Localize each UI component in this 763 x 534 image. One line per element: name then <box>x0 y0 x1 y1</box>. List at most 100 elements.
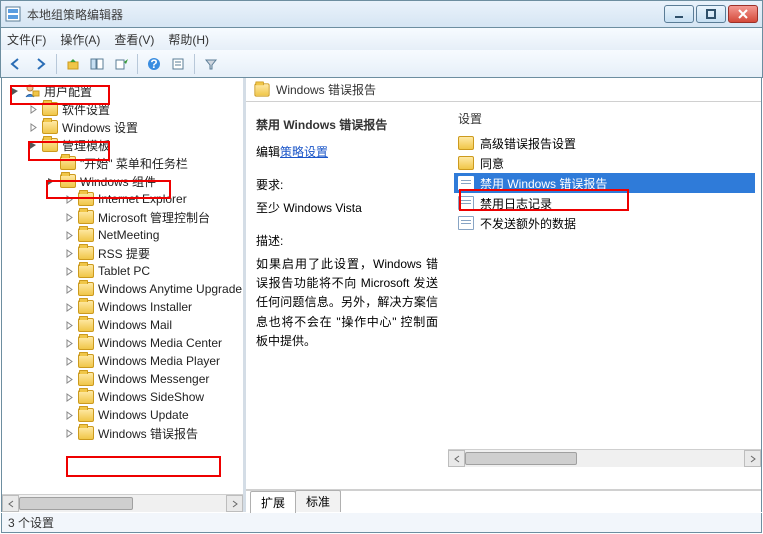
menu-help[interactable]: 帮助(H) <box>168 31 209 48</box>
statusbar: 3 个设置 <box>1 513 762 533</box>
list-hscroll[interactable] <box>448 449 761 467</box>
tree-node[interactable]: Internet Explorer <box>64 190 243 208</box>
folder-icon <box>60 156 76 170</box>
setting-label: 禁用 Windows 错误报告 <box>480 175 607 192</box>
column-header-setting[interactable]: 设置 <box>454 110 755 127</box>
folder-icon <box>78 210 94 224</box>
scroll-thumb[interactable] <box>19 497 133 510</box>
right-panel: Windows 错误报告 禁用 Windows 错误报告 编辑策略设置 要求: … <box>246 78 761 512</box>
requirement-label: 要求: <box>256 176 438 193</box>
tree-node[interactable]: Windows Messenger <box>64 370 243 388</box>
tree-node-admin-templates[interactable]: 管理模板 <box>28 136 243 154</box>
folder-icon <box>78 300 94 314</box>
tree-node-win-components[interactable]: Windows 组件 <box>46 172 243 190</box>
filter-button[interactable] <box>200 53 222 75</box>
folder-icon <box>78 318 94 332</box>
folder-icon <box>42 120 58 134</box>
tree-label: Windows Mail <box>98 318 172 332</box>
show-hide-tree-button[interactable] <box>86 53 108 75</box>
tree-node-winsettings[interactable]: Windows 设置 <box>28 118 243 136</box>
setting-label: 高级错误报告设置 <box>480 135 576 152</box>
scroll-track[interactable] <box>19 495 226 512</box>
tab-extended[interactable]: 扩展 <box>250 491 296 513</box>
tree-node[interactable]: Windows Installer <box>64 298 243 316</box>
tree-node-software[interactable]: 软件设置 <box>28 100 243 118</box>
settings-list-pane: 设置 高级错误报告设置同意禁用 Windows 错误报告禁用日志记录不发送额外的… <box>448 102 761 489</box>
policy-icon <box>458 176 474 190</box>
export-button[interactable] <box>110 53 132 75</box>
content-header: Windows 错误报告 <box>246 78 761 102</box>
folder-icon <box>60 174 76 188</box>
help-button[interactable]: ? <box>143 53 165 75</box>
folder-icon <box>458 156 474 170</box>
menu-view[interactable]: 查看(V) <box>114 31 154 48</box>
setting-row[interactable]: 同意 <box>454 153 755 173</box>
tab-standard[interactable]: 标准 <box>295 490 341 512</box>
tree[interactable]: 用户配置 软件设置 Windows 设置 管理模板 "开始" 菜单和任务栏 Wi… <box>2 78 243 492</box>
scroll-left-button[interactable] <box>2 495 19 512</box>
folder-icon <box>254 83 269 96</box>
tree-label: Tablet PC <box>98 264 150 278</box>
setting-label: 不发送额外的数据 <box>480 215 576 232</box>
folder-icon <box>78 336 94 350</box>
menu-file[interactable]: 文件(F) <box>7 31 46 48</box>
menubar: 文件(F) 操作(A) 查看(V) 帮助(H) <box>0 28 763 50</box>
minimize-button[interactable] <box>664 5 694 23</box>
toolbar: ? <box>0 50 763 78</box>
tree-node[interactable]: Windows Media Center <box>64 334 243 352</box>
view-tabs: 扩展 标准 <box>246 490 761 512</box>
tree-panel: 用户配置 软件设置 Windows 设置 管理模板 "开始" 菜单和任务栏 Wi… <box>2 78 246 512</box>
edit-label: 编辑 <box>256 145 280 159</box>
scroll-track[interactable] <box>465 450 744 467</box>
folder-icon <box>78 426 94 440</box>
tree-label: 用户配置 <box>44 83 92 100</box>
up-button[interactable] <box>62 53 84 75</box>
tree-node[interactable]: Windows Mail <box>64 316 243 334</box>
policy-icon <box>458 196 474 210</box>
tree-node[interactable]: Windows SideShow <box>64 388 243 406</box>
requirement-value: 至少 Windows Vista <box>256 199 438 216</box>
scroll-right-button[interactable] <box>226 495 243 512</box>
scroll-thumb[interactable] <box>465 452 577 465</box>
setting-row[interactable]: 不发送额外的数据 <box>454 213 755 233</box>
back-button[interactable] <box>5 53 27 75</box>
folder-icon <box>42 102 58 116</box>
folder-icon <box>78 228 94 242</box>
tree-label: Windows Update <box>98 408 189 422</box>
folder-icon <box>78 264 94 278</box>
setting-row[interactable]: 禁用 Windows 错误报告 <box>454 173 755 193</box>
tree-node[interactable]: Windows 错误报告 <box>64 424 243 442</box>
edit-policy-link[interactable]: 策略设置 <box>280 145 328 159</box>
tree-node[interactable]: Microsoft 管理控制台 <box>64 208 243 226</box>
forward-button[interactable] <box>29 53 51 75</box>
tree-node[interactable]: NetMeeting <box>64 226 243 244</box>
tree-hscroll[interactable] <box>2 494 243 512</box>
folder-icon <box>42 138 58 152</box>
tree-node[interactable]: Windows Media Player <box>64 352 243 370</box>
maximize-button[interactable] <box>696 5 726 23</box>
properties-button[interactable] <box>167 53 189 75</box>
tree-label: Windows SideShow <box>98 390 204 404</box>
scroll-left-button[interactable] <box>448 450 465 467</box>
tree-node[interactable]: Windows Anytime Upgrade <box>64 280 243 298</box>
setting-label: 禁用日志记录 <box>480 195 552 212</box>
tree-node[interactable]: Windows Update <box>64 406 243 424</box>
folder-icon <box>78 408 94 422</box>
tree-node[interactable]: Tablet PC <box>64 262 243 280</box>
user-icon <box>24 83 40 99</box>
scroll-right-button[interactable] <box>744 450 761 467</box>
menu-action[interactable]: 操作(A) <box>60 31 100 48</box>
tree-node[interactable]: RSS 提要 <box>64 244 243 262</box>
close-button[interactable] <box>728 5 758 23</box>
folder-icon <box>458 136 474 150</box>
separator <box>194 54 195 74</box>
details-pane: 禁用 Windows 错误报告 编辑策略设置 要求: 至少 Windows Vi… <box>246 102 448 489</box>
svg-text:?: ? <box>150 57 157 71</box>
selected-setting-title: 禁用 Windows 错误报告 <box>256 116 438 133</box>
tree-node-startmenu[interactable]: "开始" 菜单和任务栏 <box>46 154 243 172</box>
setting-row[interactable]: 高级错误报告设置 <box>454 133 755 153</box>
setting-row[interactable]: 禁用日志记录 <box>454 193 755 213</box>
tree-label: RSS 提要 <box>98 245 150 262</box>
tree-node-user-config[interactable]: 用户配置 <box>10 82 243 100</box>
separator <box>137 54 138 74</box>
